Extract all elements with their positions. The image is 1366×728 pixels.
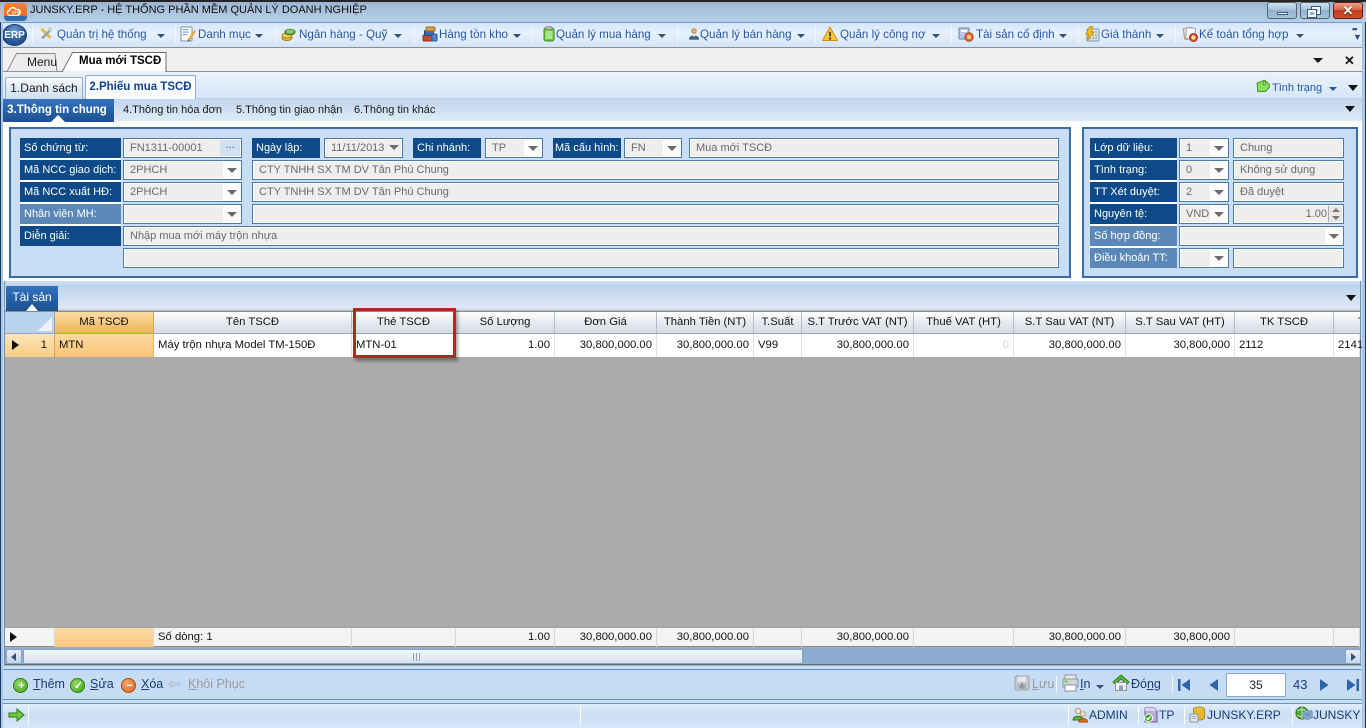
svg-text:ERP: ERP [12, 10, 21, 15]
